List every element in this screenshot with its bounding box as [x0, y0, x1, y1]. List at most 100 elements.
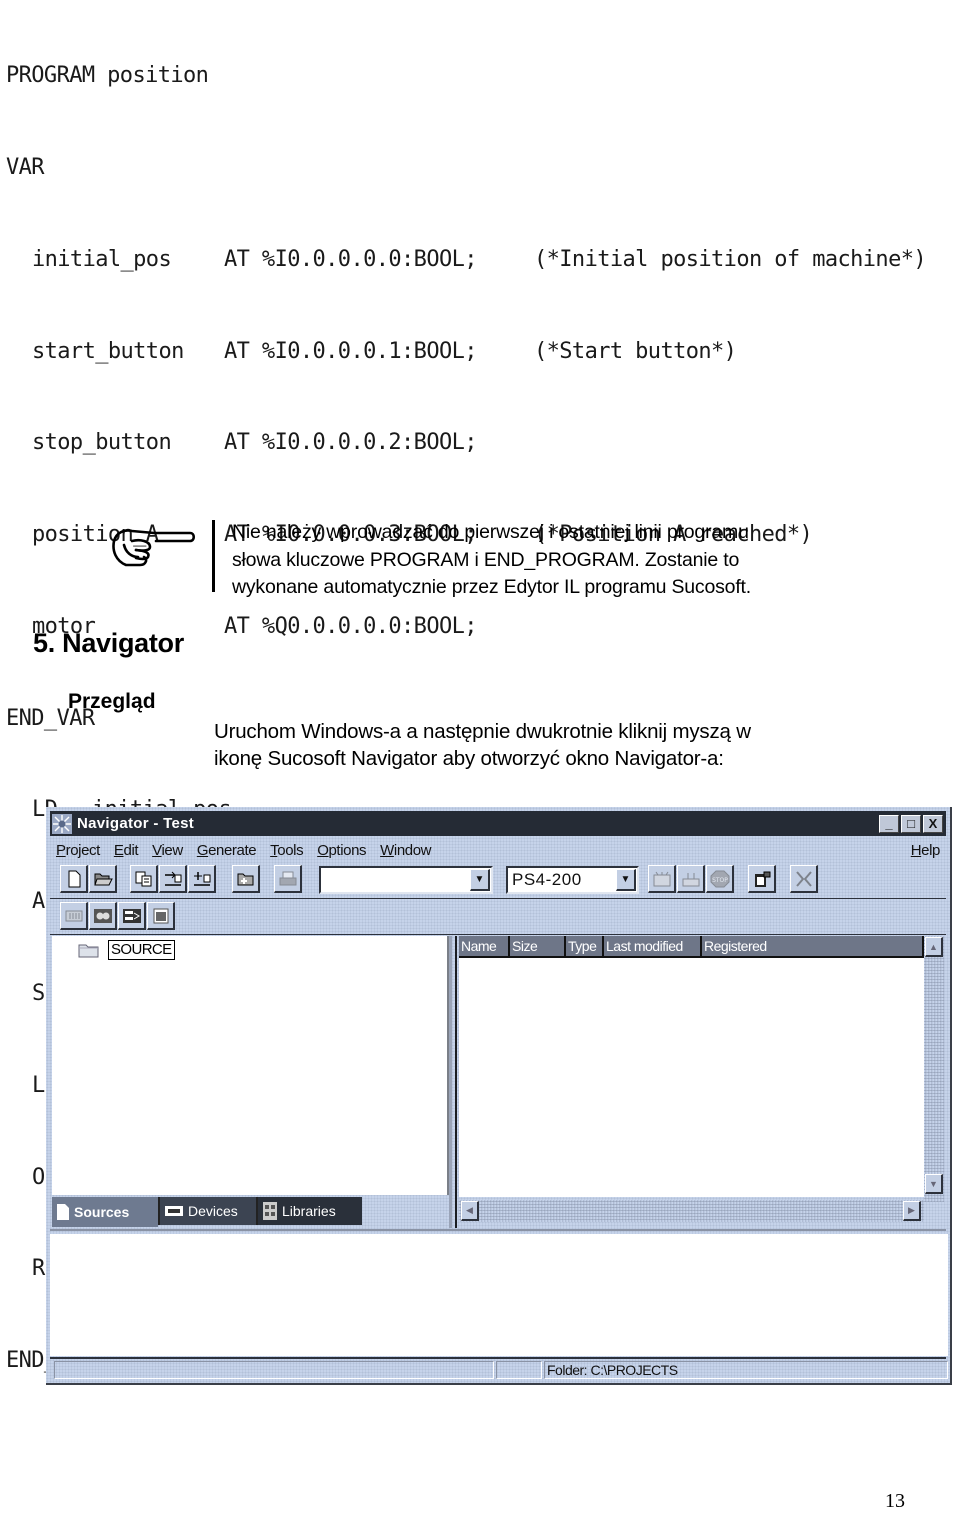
plc-status-icon: [682, 872, 699, 886]
tab-devices[interactable]: Devices: [158, 1197, 256, 1225]
network-button[interactable]: [118, 902, 146, 930]
column-headers: Name Size Type Last modified Registered: [459, 936, 924, 958]
tab-sources[interactable]: Sources: [52, 1197, 158, 1227]
monitor-icon: [153, 908, 168, 923]
menu-view[interactable]: View: [152, 842, 183, 859]
pane-splitter[interactable]: [449, 936, 457, 1228]
column-header-last-modified[interactable]: Last modified: [604, 936, 702, 958]
chevron-down-icon[interactable]: ▼: [470, 869, 490, 891]
copy-button[interactable]: [130, 865, 158, 893]
print-icon: [279, 871, 296, 885]
upload-icon: [193, 871, 210, 886]
tree-item-label: SOURCE: [108, 940, 175, 960]
window-title: Navigator - Test: [77, 815, 195, 832]
pane-divider: [50, 1229, 946, 1231]
new-folder-button[interactable]: [232, 865, 260, 893]
navigator-app-icon: [52, 813, 72, 834]
toolbar-divider: [50, 898, 946, 899]
scroll-right-button[interactable]: ▶: [903, 1201, 921, 1221]
plc-status-button[interactable]: [677, 865, 705, 893]
var-declaration: start_button AT %I0.0.0.0.1:BOOL; (*Start …: [32, 338, 737, 364]
output-pane[interactable]: [50, 1234, 948, 1356]
new-file-button[interactable]: [60, 865, 88, 893]
document-icon: [57, 1204, 69, 1220]
new-folder-icon: [237, 873, 253, 885]
program-plc-button[interactable]: [648, 865, 676, 893]
minimize-button[interactable]: _: [879, 814, 899, 833]
device-icon: [165, 1206, 183, 1216]
column-header-registered[interactable]: Registered: [702, 936, 924, 958]
section-heading: 5. Navigator: [33, 628, 184, 658]
column-header-size[interactable]: Size: [510, 936, 566, 958]
tools-icon: [795, 870, 812, 887]
file-list-pane[interactable]: Name Size Type Last modified Registered: [459, 936, 924, 1197]
status-folder: Folder: C:\PROJECTS: [544, 1361, 948, 1379]
menu-window[interactable]: Window: [380, 842, 431, 859]
status-divider: [50, 1357, 946, 1359]
svg-text:STOP: STOP: [712, 877, 728, 884]
toolbar-divider: [50, 934, 946, 935]
scroll-up-button[interactable]: ▲: [925, 937, 943, 957]
print-button[interactable]: [274, 865, 302, 893]
project-tree-pane[interactable]: SOURCE: [52, 936, 449, 1195]
menu-generate[interactable]: Generate: [197, 842, 257, 859]
status-panel-1: [54, 1361, 494, 1379]
var-declaration: stop_button AT %I0.0.0.0.2:BOOL;: [32, 430, 478, 456]
code-line: VAR: [6, 154, 45, 180]
column-header-type[interactable]: Type: [566, 936, 604, 958]
device-config-icon: [65, 910, 82, 921]
menu-tools[interactable]: Tools: [270, 842, 303, 859]
stop-button[interactable]: STOP: [706, 865, 734, 893]
page-number: 13: [885, 1490, 905, 1512]
code-line: PROGRAM position: [6, 63, 209, 89]
program-plc-icon: [653, 871, 670, 886]
scroll-down-button[interactable]: ▼: [925, 1174, 943, 1194]
monitor-button[interactable]: [147, 902, 175, 930]
copy-icon: [135, 871, 151, 886]
status-bar: Folder: C:\PROJECTS: [52, 1360, 948, 1380]
tree-item-source[interactable]: SOURCE: [78, 940, 175, 960]
open-folder-icon: [93, 873, 113, 885]
menu-edit[interactable]: Edit: [114, 842, 139, 859]
note-text: Nie należy wprowadzać do pierwszej i ost…: [232, 521, 751, 598]
device-config-button[interactable]: [60, 902, 88, 930]
main-toolbar: ▼ PS4-200 ▼ STOP: [60, 865, 942, 895]
menu-help[interactable]: Help: [911, 842, 941, 859]
link-button[interactable]: [89, 902, 117, 930]
scroll-left-button[interactable]: ◀: [461, 1201, 479, 1221]
tools-button[interactable]: [790, 865, 818, 893]
horizontal-scrollbar[interactable]: ◀ ▶: [459, 1200, 924, 1222]
tab-libraries[interactable]: Libraries: [256, 1197, 362, 1225]
project-combo[interactable]: ▼: [319, 866, 493, 894]
pane-tabs: Sources Devices Libraries: [52, 1197, 362, 1227]
note-divider: [212, 520, 215, 592]
menu-options[interactable]: Options: [317, 842, 366, 859]
pointing-hand-icon: [112, 529, 196, 567]
subsection-heading: Przegląd: [68, 690, 156, 713]
status-panel-2: [496, 1361, 542, 1379]
intro-paragraph: Uruchom Windows-a a następnie dwukrotnie…: [214, 720, 751, 770]
menu-bar: Project Edit View Generate Tools Options…: [56, 839, 942, 861]
clipboard-icon: [754, 871, 770, 887]
properties-button[interactable]: [748, 865, 776, 893]
upload-from-plc-button[interactable]: [188, 865, 216, 893]
download-to-plc-button[interactable]: [159, 865, 187, 893]
download-icon: [164, 871, 181, 886]
folder-icon: [78, 944, 99, 958]
vertical-scrollbar[interactable]: ▲ ▼: [924, 936, 944, 1202]
link-icon: [93, 908, 112, 923]
network-icon: [122, 908, 141, 923]
library-icon: [263, 1202, 277, 1220]
open-folder-button[interactable]: [89, 865, 117, 893]
column-header-name[interactable]: Name: [459, 936, 510, 958]
plc-type-combo[interactable]: PS4-200 ▼: [506, 866, 639, 894]
stop-icon: STOP: [710, 870, 729, 887]
navigator-window: Navigator - Test _ □ X Project Edit View…: [46, 807, 952, 1385]
new-file-icon: [68, 870, 80, 887]
close-button[interactable]: X: [923, 814, 943, 833]
chevron-down-icon[interactable]: ▼: [616, 869, 636, 891]
var-declaration: initial_pos AT %I0.0.0.0.0:BOOL; (*Initial…: [32, 246, 927, 272]
menu-project[interactable]: Project: [56, 842, 100, 859]
maximize-button[interactable]: □: [901, 814, 921, 833]
title-bar[interactable]: Navigator - Test _ □ X: [50, 811, 946, 836]
